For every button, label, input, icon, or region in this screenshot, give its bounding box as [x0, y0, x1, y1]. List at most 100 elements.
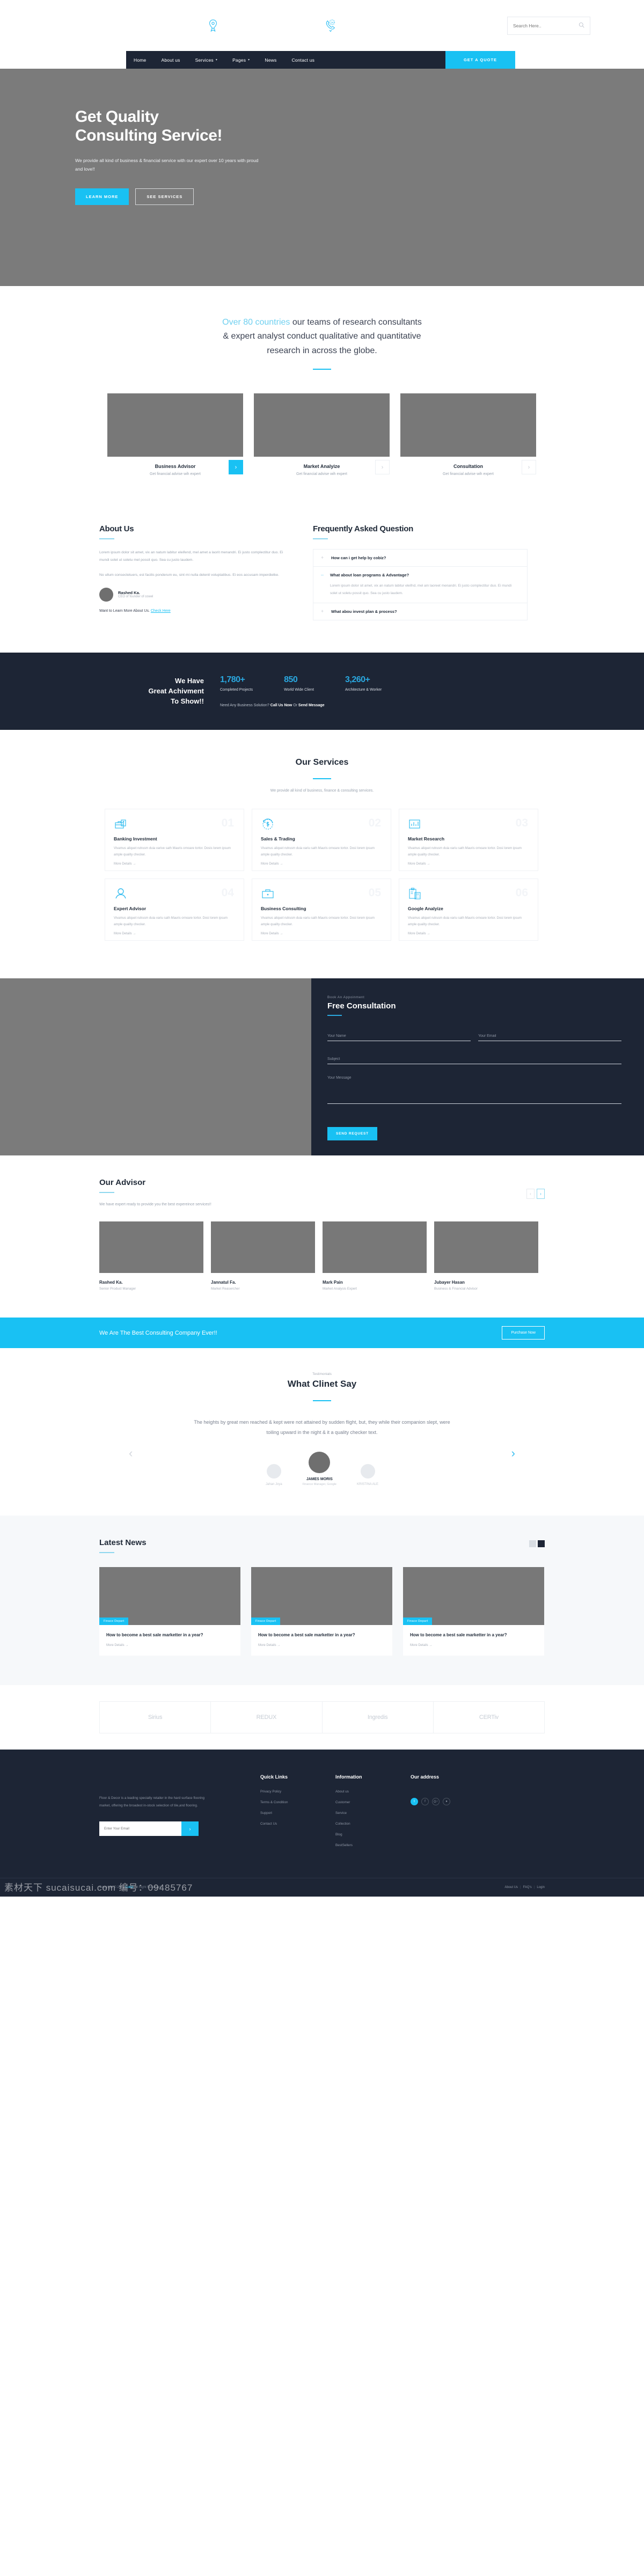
footer-link[interactable]: Blog — [335, 1833, 411, 1836]
service-card[interactable]: 05 Business Consulting Vivamus aliquet r… — [252, 879, 391, 941]
feature-arrow-icon[interactable]: › — [522, 460, 536, 475]
nav-item-home[interactable]: Home — [126, 51, 153, 69]
nav-item-about-us[interactable]: About us — [153, 51, 187, 69]
service-card[interactable]: 03 Market Research Vivamus aliquet rutru… — [399, 809, 538, 872]
nav-item-services[interactable]: Services ▾ — [188, 51, 225, 69]
learn-more-button[interactable]: LEARN MORE — [75, 188, 129, 206]
search-box[interactable] — [507, 16, 590, 35]
footer-bottom-link-faq[interactable]: FAQ's — [523, 1886, 532, 1889]
footer-link[interactable]: Privacy Policy — [260, 1790, 335, 1794]
about-cta-link[interactable]: Check Here — [151, 609, 171, 613]
faq-toggle-icon[interactable]: + — [321, 555, 325, 560]
service-more-link[interactable]: More Details → — [114, 932, 235, 935]
about-cta: Want to Learn More About Us. Check Here — [99, 609, 287, 613]
news-card[interactable]: Finace Depart How to become a best sale … — [99, 1567, 240, 1656]
newsletter-submit-button[interactable]: › — [181, 1821, 199, 1836]
service-card[interactable]: 01 Banking Investment Vivamus aliquet ru… — [105, 809, 244, 872]
search-input[interactable] — [513, 23, 575, 28]
advisor-name: Rashed Ka. — [99, 1280, 123, 1285]
feature-card[interactable]: Business Advisor Get financial advise wi… — [107, 393, 243, 476]
advisors-prev-button[interactable]: ‹ — [526, 1189, 535, 1199]
feature-arrow-icon[interactable]: › — [375, 460, 390, 475]
service-more-link[interactable]: More Details → — [408, 862, 529, 866]
location-text: OUR LOCATION New York, USA — [228, 21, 262, 30]
get-a-quote-button[interactable]: GET A QUOTE — [445, 51, 515, 69]
stats-heading-line1: We Have — [175, 677, 204, 685]
twitter-icon[interactable]: t — [411, 1798, 418, 1806]
search-icon[interactable] — [579, 21, 584, 31]
google-plus-icon[interactable]: G⁺ — [432, 1798, 440, 1806]
faq-item[interactable]: + What abou invest plan & process? — [313, 603, 527, 620]
site-logo[interactable]: COBIZ — [54, 19, 161, 33]
service-title: Banking Investment — [114, 836, 157, 842]
service-number: 03 — [515, 817, 528, 830]
feature-arrow-icon[interactable]: › — [229, 460, 243, 475]
footer-link[interactable]: Support — [260, 1811, 335, 1815]
nav-item-pages[interactable]: Pages ▾ — [225, 51, 257, 69]
service-card[interactable]: 02 Sales & Trading Vivamus aliquet rutru… — [252, 809, 391, 872]
advisor-name: Mark Pain — [323, 1280, 343, 1285]
newsletter-input[interactable] — [99, 1821, 181, 1836]
service-more-link[interactable]: More Details → — [114, 862, 235, 866]
feature-card[interactable]: Market Analyize Get financial advise wih… — [254, 393, 390, 476]
faq-list: + How can i get help by cobiz? – What ab… — [313, 549, 528, 621]
news-more-link[interactable]: More Details → — [106, 1644, 233, 1647]
advisor-card[interactable]: Jannatul Fa. Market Reasercher — [211, 1221, 315, 1291]
service-more-link[interactable]: More Details → — [408, 932, 529, 935]
news-more-link[interactable]: More Details → — [258, 1644, 385, 1647]
service-more-link[interactable]: More Details → — [261, 862, 382, 866]
email-input[interactable] — [478, 1034, 621, 1042]
intro-rest: our teams of research consultants — [290, 318, 422, 327]
subject-input[interactable] — [327, 1057, 621, 1065]
footer-link[interactable]: Customer — [335, 1801, 411, 1804]
faq-item[interactable]: + How can i get help by cobiz? — [313, 550, 527, 567]
stat-list: 1,780+ Completed Projects 850 World Wide… — [220, 675, 526, 692]
footer-link[interactable]: BestSellers — [335, 1843, 411, 1847]
advisor-card[interactable]: Jubayer Hasan Business & Financial Advis… — [434, 1221, 538, 1291]
call-us-now-link[interactable]: Call Us Now — [270, 704, 292, 707]
service-card[interactable]: 04 Expert Advisor Vivamus aliquet rutrus… — [105, 879, 244, 941]
see-services-button[interactable]: SEE SERVICES — [135, 188, 194, 206]
news-prev-button[interactable] — [529, 1540, 536, 1548]
news-more-link[interactable]: More Details → — [410, 1644, 537, 1647]
footer-link[interactable]: Service — [335, 1811, 411, 1815]
footer-link[interactable]: Collection — [335, 1822, 411, 1826]
copyright-pre: Copyright © 2020 — [99, 1886, 126, 1890]
service-number: 05 — [368, 887, 381, 899]
service-more-link[interactable]: More Details → — [261, 932, 382, 935]
footer-link[interactable]: Contact Us — [260, 1822, 335, 1826]
footer-link[interactable]: Terms & Condition — [260, 1801, 335, 1804]
stat-item: 3,260+ Architecture & Worker — [345, 675, 382, 692]
news-card[interactable]: Finace Depart How to become a best sale … — [403, 1567, 544, 1656]
faq-item[interactable]: – What about loan programs & Advantage? … — [313, 567, 527, 604]
feature-card[interactable]: Consultation Get financial advise wih ex… — [400, 393, 536, 476]
testimonial-prev-icon[interactable]: ‹ — [129, 1447, 133, 1459]
news-card[interactable]: Finace Depart How to become a best sale … — [251, 1567, 392, 1656]
nav-item-contact-us[interactable]: Contact us — [284, 51, 322, 69]
message-textarea[interactable] — [327, 1076, 621, 1104]
faq-toggle-icon[interactable]: + — [321, 609, 325, 614]
testimonial-face[interactable]: KRISTINA ALE — [357, 1464, 378, 1486]
name-input[interactable] — [327, 1034, 471, 1042]
send-message-link[interactable]: Send Message — [298, 704, 325, 707]
purchase-now-button[interactable]: Purchase Now — [502, 1326, 545, 1340]
dribbble-icon[interactable]: ● — [443, 1798, 450, 1806]
footer-bottom-links: About Us | FAQ's | Login — [504, 1886, 545, 1889]
service-card[interactable]: 06 Google Analyize Vivamus aliquet rutru… — [399, 879, 538, 941]
faq-question: What about loan programs & Advantage? — [330, 573, 409, 578]
footer-link[interactable]: About us — [335, 1790, 411, 1794]
advisor-card[interactable]: Mark Pain Market Analysis Expert — [323, 1221, 427, 1291]
testimonial-next-icon[interactable]: › — [511, 1447, 515, 1459]
nav-item-news[interactable]: News — [257, 51, 284, 69]
send-request-button[interactable]: SEND REQUEST — [327, 1127, 377, 1141]
testimonial-face[interactable]: Jahan Joya — [266, 1464, 282, 1486]
footer-column-heading: Our address — [411, 1774, 440, 1780]
faq-toggle-icon[interactable]: – — [321, 573, 324, 597]
footer-bottom-link-about[interactable]: About Us — [504, 1886, 518, 1889]
testimonial-face[interactable]: JAMES MORIS Finance Manager, Google — [303, 1452, 336, 1486]
facebook-icon[interactable]: f — [421, 1798, 429, 1806]
footer-bottom-link-login[interactable]: Login — [537, 1886, 545, 1889]
advisors-next-button[interactable]: › — [537, 1189, 545, 1199]
advisor-card[interactable]: Rashed Ka. Senior Product Manager — [99, 1221, 203, 1291]
news-next-button[interactable] — [538, 1540, 545, 1548]
